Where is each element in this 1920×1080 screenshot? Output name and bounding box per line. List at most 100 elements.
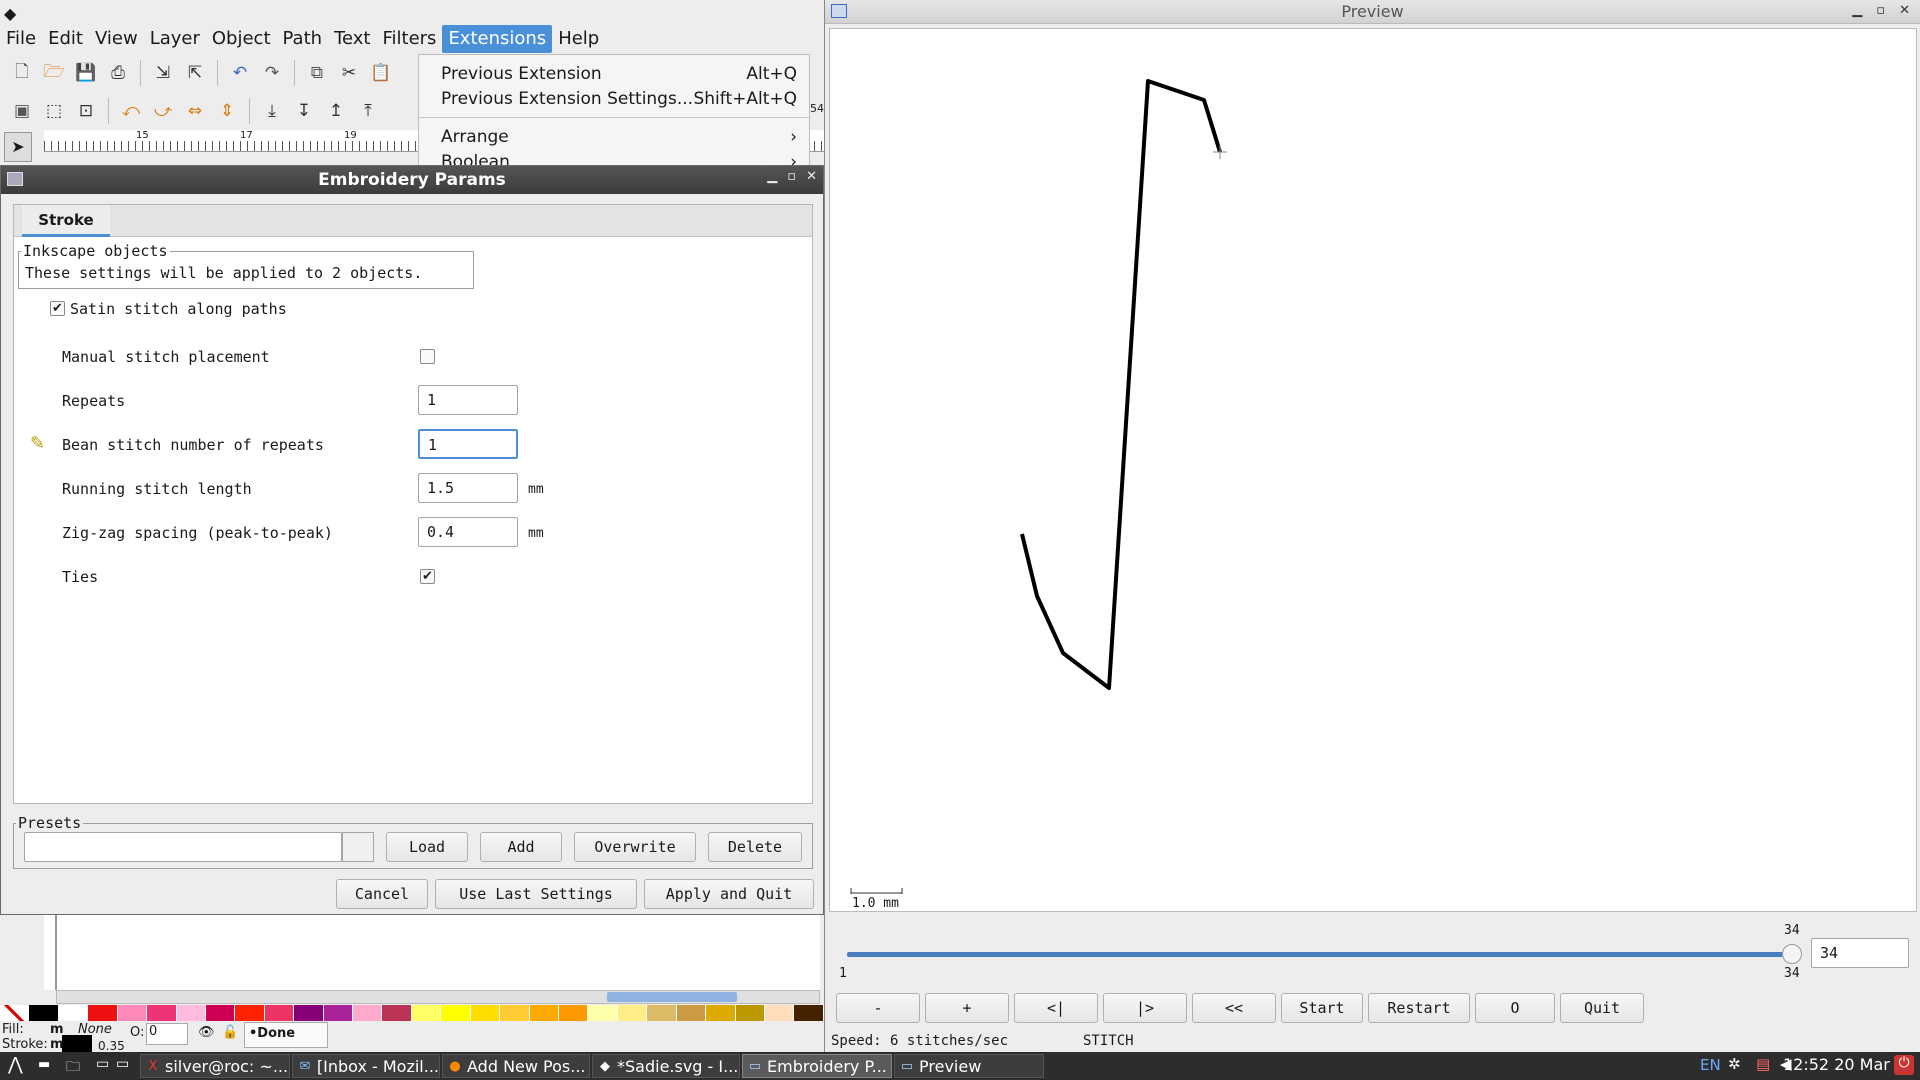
maximize-icon[interactable]: ▫ <box>787 169 796 184</box>
lower-to-bottom-icon[interactable]: ⤓ <box>258 97 286 125</box>
task-terminal[interactable]: X silver@roc: ~... <box>140 1054 290 1078</box>
open-document-icon[interactable]: 🗁 <box>40 59 68 87</box>
menu-view[interactable]: View <box>89 25 144 53</box>
color-swatch[interactable] <box>559 1005 589 1021</box>
cut-icon[interactable]: ✂ <box>335 59 363 87</box>
presets-combo-input[interactable] <box>24 832 342 862</box>
preview-titlebar[interactable]: Preview ▁ ▫ ✕ <box>825 0 1920 24</box>
overwrite-button[interactable]: Overwrite <box>574 832 696 862</box>
task-thunderbird[interactable]: ✉ [Inbox - Mozil... <box>292 1054 440 1078</box>
updates-icon[interactable]: ▤ <box>1756 1055 1770 1073</box>
satin-checkbox[interactable]: ✔ <box>50 301 65 316</box>
menu-extensions[interactable]: Extensions <box>442 25 553 53</box>
apply-and-quit-button[interactable]: Apply and Quit <box>644 879 814 909</box>
color-swatch[interactable] <box>88 1005 118 1021</box>
color-swatch[interactable] <box>794 1005 824 1021</box>
ties-checkbox[interactable]: ✔ <box>420 569 435 584</box>
task-inkscape[interactable]: ◆ *Sadie.svg - I... <box>592 1054 740 1078</box>
select-all-icon[interactable]: ▣ <box>8 97 36 125</box>
color-swatch[interactable] <box>294 1005 324 1021</box>
desktop-switcher-icon[interactable]: ▭ <box>116 1056 129 1072</box>
stitch-number-input[interactable]: 34 <box>1811 938 1909 968</box>
color-swatch[interactable] <box>323 1005 354 1021</box>
file-manager-icon[interactable]: 🗀 <box>66 1056 80 1080</box>
drawing-canvas[interactable] <box>56 915 820 990</box>
quit-button[interactable]: Quit <box>1560 993 1644 1023</box>
save-icon[interactable]: 💾 <box>72 59 100 87</box>
stitch-slider-track[interactable] <box>847 952 1792 957</box>
faster-button[interactable]: + <box>925 993 1009 1023</box>
menu-edit[interactable]: Edit <box>42 25 89 53</box>
minimize-icon[interactable]: ▁ <box>1852 3 1862 18</box>
menu-object[interactable]: Object <box>206 25 277 53</box>
deselect-icon[interactable]: ⊡ <box>72 97 100 125</box>
keyboard-layout[interactable]: EN <box>1700 1056 1721 1074</box>
minimize-icon[interactable]: ▁ <box>767 169 777 184</box>
color-swatch[interactable] <box>617 1005 648 1021</box>
flip-vertical-icon[interactable]: ⇕ <box>213 97 241 125</box>
stitch-slider-knob[interactable] <box>1782 944 1802 964</box>
npp-button[interactable]: O <box>1475 993 1555 1023</box>
horizontal-scrollbar[interactable] <box>56 990 820 1004</box>
color-swatch[interactable] <box>470 1005 501 1021</box>
close-icon[interactable]: ✕ <box>1899 3 1910 18</box>
color-swatch[interactable] <box>735 1005 765 1021</box>
raise-to-top-icon[interactable]: ⤒ <box>354 97 382 125</box>
repeats-input[interactable]: 1 <box>418 385 518 415</box>
tab-stroke[interactable]: Stroke <box>22 205 110 237</box>
paste-icon[interactable]: 📋 <box>367 59 395 87</box>
menu-item-arrange[interactable]: Arrange › <box>419 124 809 149</box>
color-swatch[interactable] <box>411 1005 442 1021</box>
use-last-settings-button[interactable]: Use Last Settings <box>435 879 637 909</box>
stitch-preview-canvas[interactable]: 1.0 mm <box>829 28 1917 912</box>
running-stitch-input[interactable]: 1.5 <box>418 473 518 503</box>
add-button[interactable]: Add <box>480 832 562 862</box>
lock-icon[interactable]: 🔓 <box>222 1025 238 1040</box>
task-firefox[interactable]: ● Add New Pos... <box>442 1054 590 1078</box>
flip-horizontal-icon[interactable]: ⇔ <box>181 97 209 125</box>
menu-text[interactable]: Text <box>328 25 376 53</box>
cancel-button[interactable]: Cancel <box>336 879 428 909</box>
delete-button[interactable]: Delete <box>708 832 802 862</box>
color-swatch[interactable] <box>441 1005 471 1021</box>
presets-dropdown-button[interactable] <box>342 832 374 862</box>
color-swatch[interactable] <box>117 1005 148 1021</box>
import-icon[interactable]: ⇲ <box>149 59 177 87</box>
color-swatch[interactable] <box>235 1005 265 1021</box>
color-swatch[interactable] <box>58 1005 89 1021</box>
color-swatch[interactable] <box>529 1005 560 1021</box>
color-swatch[interactable] <box>500 1005 530 1021</box>
color-swatch[interactable] <box>382 1005 412 1021</box>
scrollbar-thumb[interactable] <box>607 992 737 1002</box>
task-preview[interactable]: ▭ Preview <box>894 1054 1044 1078</box>
bean-stitch-input[interactable]: 1 <box>418 429 518 459</box>
no-paint-swatch[interactable] <box>0 1005 30 1021</box>
menu-item-boolean[interactable]: Boolean › <box>419 149 809 166</box>
step-back-button[interactable]: <| <box>1014 993 1098 1023</box>
color-swatch[interactable] <box>647 1005 677 1021</box>
dialog-titlebar[interactable]: Embroidery Params ▁ ▫ ✕ <box>1 166 823 194</box>
copy-icon[interactable]: ⧉ <box>303 59 331 87</box>
menu-file[interactable]: File <box>0 25 42 53</box>
reverse-button[interactable]: << <box>1192 993 1276 1023</box>
raise-icon[interactable]: ↥ <box>322 97 350 125</box>
power-icon[interactable]: ⏻ <box>1894 1055 1914 1075</box>
step-forward-button[interactable]: |> <box>1103 993 1187 1023</box>
menu-item-previous-extension-settings[interactable]: Previous Extension Settings... Shift+Alt… <box>419 86 809 111</box>
task-embroidery-params[interactable]: ▭ Embroidery P... <box>742 1054 892 1078</box>
color-swatch[interactable] <box>205 1005 236 1021</box>
layer-selector[interactable]: •Done <box>244 1022 328 1048</box>
load-button[interactable]: Load <box>386 832 468 862</box>
new-document-icon[interactable]: 🗋 <box>8 59 36 87</box>
maximize-icon[interactable]: ▫ <box>1876 3 1885 18</box>
zigzag-input[interactable]: 0.4 <box>418 517 518 547</box>
restart-button[interactable]: Restart <box>1368 993 1470 1023</box>
manual-stitch-checkbox[interactable] <box>420 349 435 364</box>
opacity-field[interactable]: 0 <box>146 1023 188 1045</box>
network-icon[interactable]: ✲ <box>1728 1055 1741 1073</box>
color-swatch[interactable] <box>147 1005 177 1021</box>
menu-filters[interactable]: Filters <box>376 25 442 53</box>
menu-help[interactable]: Help <box>552 25 605 53</box>
rotate-cw-icon[interactable]: ⤻ <box>149 97 177 125</box>
color-swatch[interactable] <box>264 1005 295 1021</box>
